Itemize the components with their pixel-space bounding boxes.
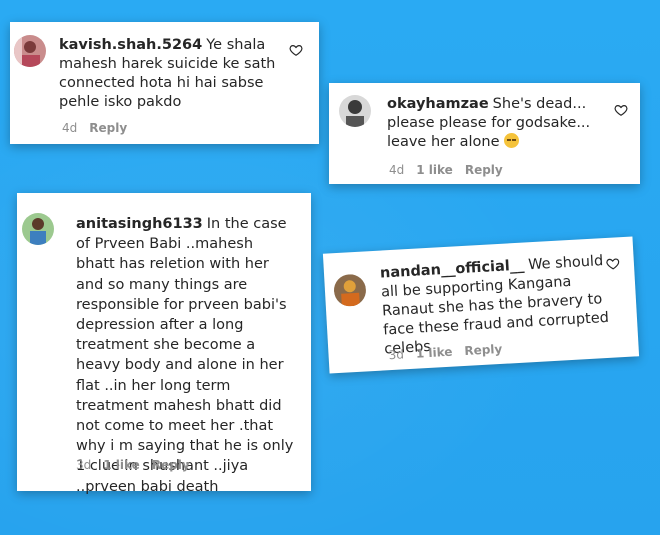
comment-meta: 3d 1 like Reply xyxy=(76,458,202,472)
comment-meta: 4d Reply xyxy=(62,121,139,135)
heart-outline-icon[interactable] xyxy=(606,256,621,271)
avatar[interactable] xyxy=(333,273,367,308)
reply-button[interactable]: Reply xyxy=(464,342,503,358)
heart-outline-icon[interactable] xyxy=(289,43,303,57)
comment-time: 4d xyxy=(389,163,405,177)
heart-outline-icon[interactable] xyxy=(614,103,628,117)
comment-body: kavish.shah.5264 Ye shala mahesh harek su… xyxy=(59,36,281,112)
avatar[interactable] xyxy=(14,35,46,67)
unamused-face-emoji xyxy=(504,133,520,148)
comment-time: 4d xyxy=(62,121,78,135)
comment-body: okayhamzae She's dead... please please fo… xyxy=(387,95,623,152)
comment-time: 3d xyxy=(388,347,405,363)
reply-button[interactable]: Reply xyxy=(465,163,503,177)
comment-body: anitasingh6133 In the case of Prveen Babi… xyxy=(76,214,296,497)
username-link[interactable]: anitasingh6133 xyxy=(76,216,203,232)
comment-card-kavish: kavish.shah.5264 Ye shala mahesh harek su… xyxy=(10,22,319,144)
likes-count[interactable]: 1 like xyxy=(103,458,140,472)
likes-count[interactable]: 1 like xyxy=(416,163,453,177)
comment-card-anitasingh: anitasingh6133 In the case of Prveen Babi… xyxy=(17,193,311,495)
username-link[interactable]: kavish.shah.5264 xyxy=(59,37,202,53)
comment-meta: 4d 1 like Reply xyxy=(389,163,515,177)
comment-text: In the case of Prveen Babi ..mahesh bhat… xyxy=(76,216,294,495)
avatar[interactable] xyxy=(339,95,371,127)
reply-button[interactable]: Reply xyxy=(89,121,127,135)
comment-card-okayhamzae: okayhamzae She's dead... please please fo… xyxy=(329,83,640,184)
likes-count[interactable]: 1 like xyxy=(415,345,452,361)
comment-time: 3d xyxy=(76,458,92,472)
avatar[interactable] xyxy=(22,213,54,245)
username-link[interactable]: okayhamzae xyxy=(387,96,489,112)
comment-card-nandan: nandan__official__ We should all be suppo… xyxy=(322,236,640,374)
reply-button[interactable]: Reply xyxy=(152,458,190,472)
